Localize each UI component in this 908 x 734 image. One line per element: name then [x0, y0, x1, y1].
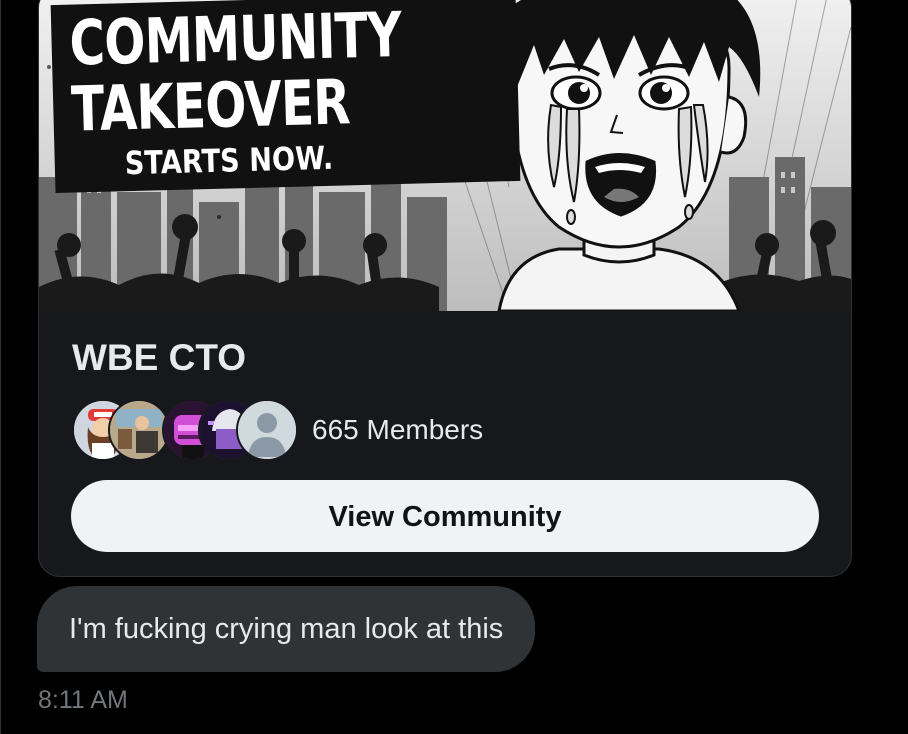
- message-bubble[interactable]: I'm fucking crying man look at this: [37, 586, 536, 672]
- avatar-default-person-icon: [236, 399, 298, 461]
- left-divider: [0, 0, 1, 734]
- members-count[interactable]: 665 Members: [312, 414, 483, 446]
- message-timestamp: 8:11 AM: [38, 686, 128, 714]
- view-community-button[interactable]: View Community: [71, 480, 819, 552]
- avatar-pixel-room-icon: [108, 399, 170, 461]
- banner-headline: COMMUNITY TAKEOVER STARTS NOW.: [50, 0, 521, 194]
- community-banner-image[interactable]: COMMUNITY TAKEOVER STARTS NOW.: [39, 0, 851, 311]
- headline-line-2: TAKEOVER: [70, 65, 351, 146]
- community-card[interactable]: COMMUNITY TAKEOVER STARTS NOW. WBE CTO 6…: [38, 0, 852, 577]
- community-name[interactable]: WBE CTO: [72, 337, 246, 379]
- headline-line-1: COMMUNITY: [68, 0, 403, 80]
- headline-line-3: STARTS NOW.: [124, 138, 334, 183]
- member-avatars[interactable]: [72, 399, 302, 461]
